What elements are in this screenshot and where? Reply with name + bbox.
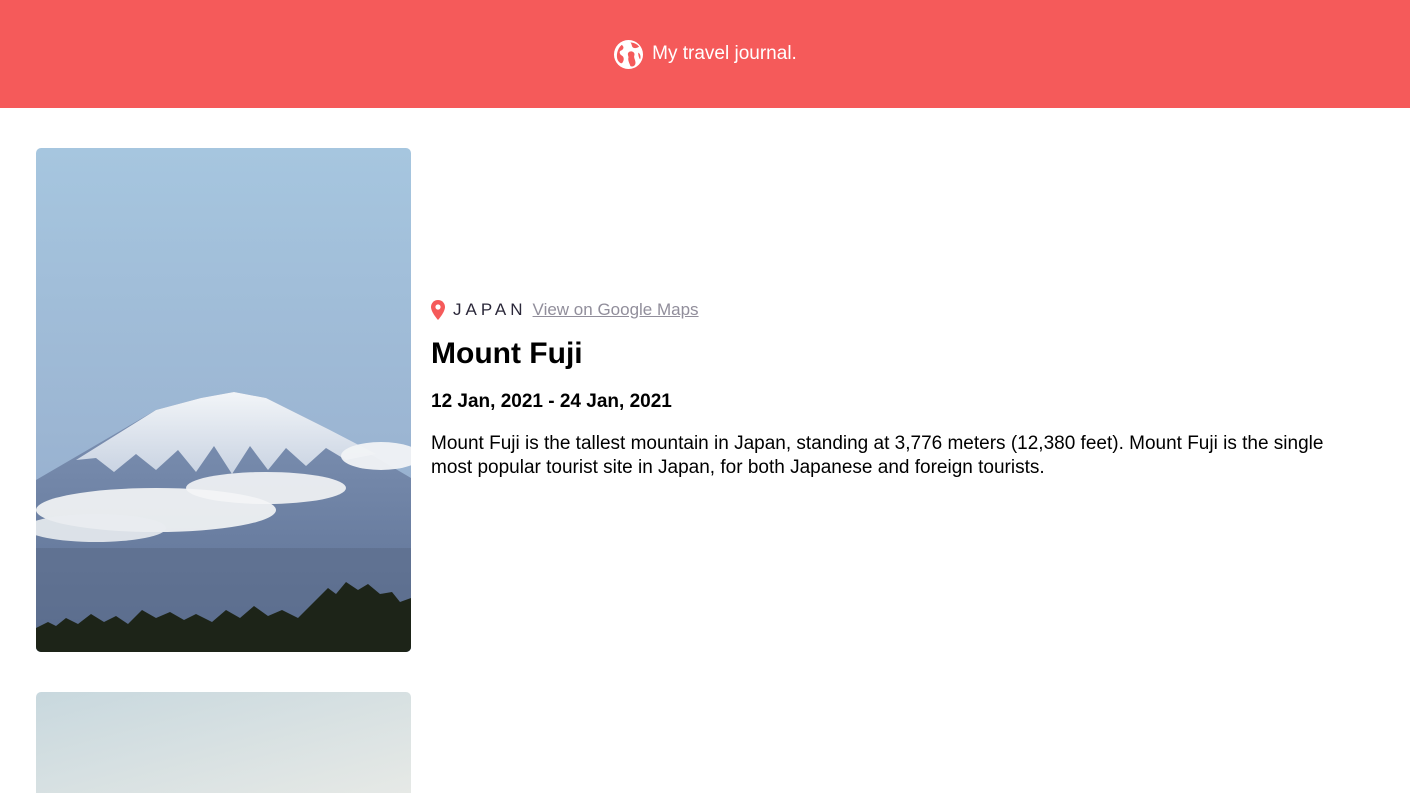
location-pin-icon	[431, 300, 445, 320]
brand: My travel journal.	[613, 39, 797, 70]
app-title: My travel journal.	[652, 43, 797, 64]
journal-entry: JAPAN View on Google Maps Mount Fuji 12 …	[36, 148, 1376, 652]
entry-body: JAPAN View on Google Maps Mount Fuji 12 …	[431, 298, 1376, 499]
entry-photo	[36, 148, 411, 652]
next-entry-photo	[36, 692, 411, 793]
entry-description: Mount Fuji is the tallest mountain in Ja…	[431, 433, 1324, 478]
entry-dates: 12 Jan, 2021 - 24 Jan, 2021	[431, 391, 672, 412]
mount-fuji-photo	[36, 148, 411, 652]
entry-title: Mount Fuji	[431, 337, 583, 370]
google-maps-link[interactable]: View on Google Maps	[533, 300, 699, 320]
next-entry-photo-image	[36, 692, 411, 793]
globe-icon	[614, 39, 644, 69]
app-header: My travel journal.	[0, 0, 1410, 108]
entry-location: JAPAN	[453, 300, 527, 319]
location-row: JAPAN View on Google Maps	[431, 298, 1376, 322]
